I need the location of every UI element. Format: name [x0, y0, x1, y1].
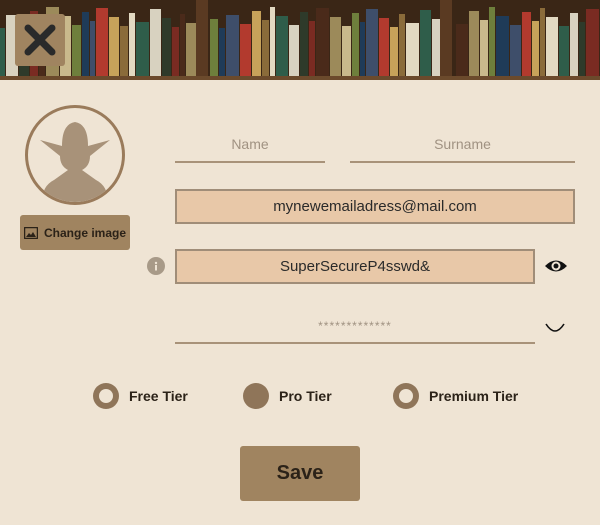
- book-spine: [219, 28, 225, 76]
- yoda-silhouette-icon: [40, 122, 110, 202]
- book-spine: [252, 11, 261, 76]
- book-spine: [309, 21, 315, 76]
- radio-premium-tier-circle[interactable]: [393, 383, 419, 409]
- book-spine: [289, 25, 299, 76]
- book-spine: [210, 19, 218, 76]
- password-field[interactable]: [175, 249, 535, 284]
- radio-premium-tier-label: Premium Tier: [429, 388, 519, 404]
- book-spine: [96, 8, 108, 76]
- book-spine: [276, 16, 288, 76]
- radio-free-tier-label: Free Tier: [129, 388, 188, 404]
- book-spine: [540, 8, 545, 76]
- save-button[interactable]: Save: [240, 446, 360, 501]
- change-image-label: Change image: [43, 225, 127, 240]
- book-spine: [226, 15, 239, 76]
- book-spine: [240, 24, 251, 76]
- close-icon: [24, 24, 56, 56]
- book-spine: [586, 9, 599, 76]
- radio-free-tier[interactable]: Free Tier: [93, 383, 188, 409]
- radio-pro-tier-circle[interactable]: [243, 383, 269, 409]
- book-spine: [532, 21, 539, 76]
- radio-pro-tier-label: Pro Tier: [279, 388, 332, 404]
- header-banner-image: [0, 0, 600, 80]
- book-spine: [366, 9, 378, 76]
- surname-field[interactable]: [350, 127, 575, 163]
- book-spine: [316, 8, 329, 76]
- book-spine: [352, 13, 359, 76]
- book-spine: [570, 13, 578, 76]
- book-spine: [510, 25, 521, 76]
- radio-premium-tier[interactable]: Premium Tier: [393, 383, 518, 409]
- image-icon: [23, 226, 38, 239]
- book-spine: [342, 26, 351, 76]
- book-spine: [522, 12, 531, 76]
- email-field[interactable]: [175, 189, 575, 224]
- avatar: [25, 105, 125, 205]
- book-spine: [360, 22, 365, 76]
- eye-icon[interactable]: [544, 255, 568, 277]
- book-spine: [0, 28, 5, 76]
- name-field[interactable]: [175, 127, 325, 163]
- book-spine: [270, 7, 275, 76]
- shelf-board: [0, 76, 600, 80]
- info-icon[interactable]: [147, 257, 165, 275]
- book-spine: [129, 13, 135, 76]
- book-spine: [330, 17, 341, 76]
- book-spine: [72, 25, 81, 76]
- book-spine: [390, 27, 398, 76]
- book-spine: [496, 16, 509, 76]
- book-spine: [546, 17, 558, 76]
- book-spine: [420, 10, 431, 76]
- book-spine: [120, 26, 128, 76]
- book-spine: [379, 18, 389, 76]
- confirm-password-field[interactable]: [175, 308, 535, 344]
- close-button[interactable]: [15, 14, 65, 66]
- shelf-post: [196, 0, 208, 80]
- book-spine: [82, 12, 89, 76]
- radio-free-tier-circle[interactable]: [93, 383, 119, 409]
- radio-pro-tier[interactable]: Pro Tier: [243, 383, 332, 409]
- book-spine: [559, 26, 569, 76]
- book-spine: [300, 12, 308, 76]
- book-spine: [262, 20, 269, 76]
- spinner-icon: [545, 323, 565, 332]
- book-spine: [399, 14, 405, 76]
- change-image-button[interactable]: Change image: [20, 215, 130, 250]
- book-spine: [480, 20, 488, 76]
- book-spine: [406, 23, 419, 76]
- book-spine: [456, 24, 468, 76]
- book-spine: [469, 11, 479, 76]
- book-spine: [162, 18, 171, 76]
- shelf-post: [440, 0, 452, 80]
- book-spine: [579, 22, 585, 76]
- book-spine: [150, 9, 161, 76]
- book-spine: [180, 14, 185, 76]
- book-spine: [136, 22, 149, 76]
- book-spine: [109, 17, 119, 76]
- book-spine: [172, 27, 179, 76]
- book-spine: [90, 21, 95, 76]
- book-spine: [489, 7, 495, 76]
